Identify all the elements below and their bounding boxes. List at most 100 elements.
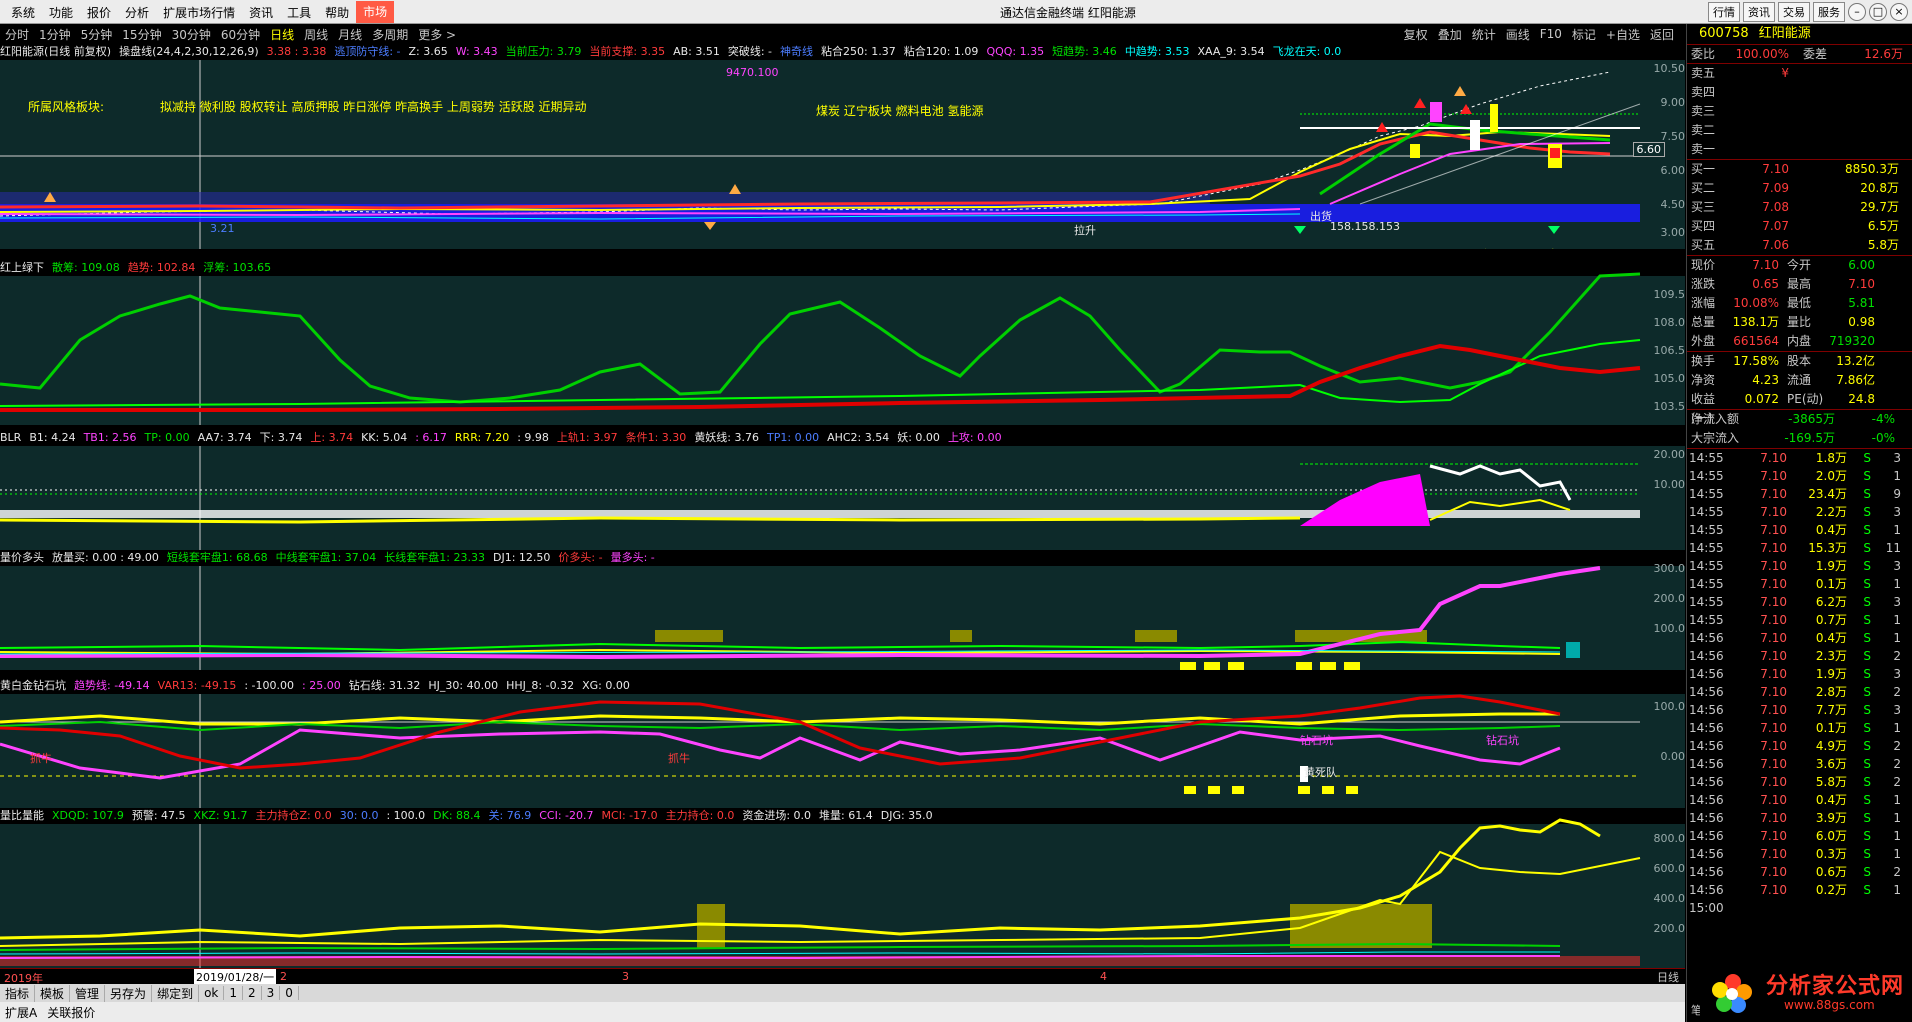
indicator-tab[interactable]: 2 xyxy=(243,986,262,1000)
tick-row: 14:56 7.10 4.9万 S 2 xyxy=(1689,739,1901,753)
tick-row: 14:56 7.10 2.8万 S 2 xyxy=(1689,685,1901,699)
quote-button[interactable]: 行情 xyxy=(1708,2,1740,22)
y-axis-label: 100.0 xyxy=(1653,700,1686,713)
chart-tool-button[interactable]: F10 xyxy=(1535,27,1567,41)
kline-panel[interactable]: 红阳能源(日线 前复权) 操盘线(24,4,2,30,12,26,9) 3.38 :… xyxy=(0,44,1685,249)
y-axis-label: 108.0 xyxy=(1653,316,1686,329)
minimize-icon[interactable]: – xyxy=(1848,3,1866,21)
concept-tags: 煤炭 辽宁板块 燃料电池 氢能源 xyxy=(816,104,984,118)
tick-list[interactable]: 14:55 7.10 1.8万 S 3 14:55 7.10 2.0万 S 1 14:55 7.10 2… xyxy=(1687,449,1912,917)
y-axis-label: 300.0 xyxy=(1653,562,1686,575)
tick-row: 14:55 7.10 1.8万 S 3 xyxy=(1689,451,1901,465)
diamond-pit-panel[interactable]: 黄白金钻石坑 趋势线: -49.14 VAR13: -49.15: -100.00:… xyxy=(0,678,1685,808)
menu-item[interactable]: 资讯 xyxy=(242,4,280,21)
quote-stat-row: 净资 4.23 流通 7.86亿 xyxy=(1691,373,1875,387)
period-tab[interactable]: 多周期 xyxy=(367,26,413,43)
chart-tool-button[interactable]: 返回 xyxy=(1645,26,1679,43)
tick-row: 14:56 7.10 3.6万 S 2 xyxy=(1689,757,1901,771)
tick-row: 14:55 7.10 1.9万 S 3 xyxy=(1689,559,1901,573)
period-tab[interactable]: 15分钟 xyxy=(117,26,166,43)
menu-item[interactable]: 扩展市场行情 xyxy=(156,4,242,21)
blr-panel[interactable]: BLR B1: 4.24 TB1: 2.56 TP: 0.00 AA7: 3.74 下: … xyxy=(0,430,1685,550)
chart-tool-button[interactable]: 统计 xyxy=(1467,26,1501,43)
flower-logo-icon xyxy=(1712,974,1752,1013)
repeat-value-label: 158.158.153 xyxy=(1330,220,1400,233)
tick-row: 14:56 7.10 7.7万 S 3 xyxy=(1689,703,1901,717)
indicator-tab[interactable]: 3 xyxy=(262,986,281,1000)
chart-tools: 复权 叠加 统计 画线 F10 标记 +自选 返回 xyxy=(1399,24,1679,44)
period-tab[interactable]: 周线 xyxy=(299,26,333,43)
volume-price-chart[interactable] xyxy=(0,550,1685,670)
y-axis-label: 109.5 xyxy=(1653,288,1686,301)
menu-item[interactable]: 市场 xyxy=(356,1,395,23)
period-tab[interactable]: 更多 > xyxy=(413,26,461,43)
chip-trend-chart[interactable] xyxy=(0,260,1685,425)
indicator-tab[interactable]: 指标 xyxy=(0,984,36,1002)
service-button[interactable]: 服务 xyxy=(1813,2,1845,22)
logo-url: www.88gs.com xyxy=(1784,998,1875,1012)
window-controls: 行情 资讯 交易 服务 – □ × xyxy=(1708,2,1908,22)
order-book-row: 卖四 xyxy=(1691,85,1716,99)
order-book-row: 卖二 xyxy=(1691,123,1716,137)
stock-title: 600758 红阳能源 xyxy=(1687,24,1912,44)
menu-item[interactable]: 分析 xyxy=(118,4,156,21)
chart-tool-button[interactable]: 标记 xyxy=(1567,26,1601,43)
order-ratio-row: 委比 100.00% 委差 12.6万 xyxy=(1687,44,1912,63)
month-label: 4 xyxy=(1100,970,1107,983)
indicator-tab[interactable]: 绑定到 xyxy=(152,984,200,1002)
chart-tool-button[interactable]: 画线 xyxy=(1501,26,1535,43)
y-axis-label: 20.00 xyxy=(1653,448,1686,461)
volume-ratio-panel[interactable]: 量比量能 XDQD: 107.9 预警: 47.5 XKZ: 91.7 主力持仓Z: 0… xyxy=(0,808,1685,968)
volume-price-panel[interactable]: 量价多头 放量买: 0.00 : 49.00 短线套牢盘1: 68.68 中线套牢盘1… xyxy=(0,550,1685,670)
menu-item[interactable]: 帮助 xyxy=(318,4,356,21)
period-tab[interactable]: 日线 xyxy=(265,26,299,43)
y-axis-label: 200.0 xyxy=(1653,922,1686,935)
kline-chart[interactable] xyxy=(0,44,1685,249)
chart-tool-button[interactable]: 叠加 xyxy=(1433,26,1467,43)
volume-ratio-chart[interactable] xyxy=(0,808,1685,968)
order-book-row: 买五 7.06 5.8万 xyxy=(1691,238,1899,252)
grab-bull-label: 抓牛 xyxy=(30,752,52,765)
chart-tool-button[interactable]: +自选 xyxy=(1601,26,1645,43)
status-bar: 扩展A 关联报价 xyxy=(0,1002,1685,1022)
period-tab[interactable]: 1分钟 xyxy=(34,26,76,43)
chart-tool-button[interactable]: 复权 xyxy=(1399,26,1433,43)
related-quote-tab[interactable]: 关联报价 xyxy=(42,1004,100,1021)
period-tab[interactable]: 月线 xyxy=(333,26,367,43)
period-tab[interactable]: 分时 xyxy=(0,26,34,43)
dead-team-label: 黄死队 xyxy=(1304,766,1337,779)
indicator-tab[interactable]: 模板 xyxy=(35,984,71,1002)
menu-item[interactable]: 报价 xyxy=(80,4,118,21)
indicator-tab[interactable]: 管理 xyxy=(70,984,106,1002)
chip-trend-panel[interactable]: 红上绿下 散筹: 109.08 趋势: 102.84 浮筹: 103.65 109.5… xyxy=(0,260,1685,425)
maximize-icon[interactable]: □ xyxy=(1869,3,1887,21)
tick-row: 14:55 7.10 0.1万 S 1 xyxy=(1689,577,1901,591)
indicator-tab[interactable]: ok xyxy=(199,986,225,1000)
period-tab[interactable]: 5分钟 xyxy=(76,26,118,43)
tick-row: 14:55 7.10 15.3万 S 11 xyxy=(1689,541,1901,555)
extension-a-tab[interactable]: 扩展A xyxy=(0,1004,42,1021)
news-button[interactable]: 资讯 xyxy=(1743,2,1775,22)
indicator-tab[interactable]: 另存为 xyxy=(105,984,153,1002)
diamond-pit-chart[interactable] xyxy=(0,678,1685,808)
trade-button[interactable]: 交易 xyxy=(1778,2,1810,22)
period-tab[interactable]: 30分钟 xyxy=(167,26,216,43)
indicator-tab[interactable]: 1 xyxy=(224,986,244,1000)
tick-row: 15:00 xyxy=(1689,901,1724,915)
indicator-tab[interactable]: 0 xyxy=(280,986,299,1000)
indicator-tabs: 指标 模板 管理 另存为 绑定到 ok 1 2 3 0 xyxy=(0,984,1685,1002)
quote-stats: 现价 7.10 今开 6.00 涨跌 0.65 最高 7.10 涨幅 10.08% 最低 5.81 总量… xyxy=(1687,256,1912,351)
menu-item[interactable]: 功能 xyxy=(42,4,80,21)
menu-item[interactable]: 系统 xyxy=(4,4,42,21)
y-axis-label: 200.0 xyxy=(1653,592,1686,605)
period-tab[interactable]: 60分钟 xyxy=(216,26,265,43)
menu-item[interactable]: 工具 xyxy=(280,4,318,21)
y-axis-label: 600.0 xyxy=(1653,862,1686,875)
y-axis-label: 800.0 xyxy=(1653,832,1686,845)
title-bar: 系统 功能 报价 分析 扩展市场行情 资讯 工具 帮助 市场 通达信金融终端 红阳能源 行情 资… xyxy=(0,0,1912,24)
blr-chart[interactable] xyxy=(0,430,1685,550)
tick-row: 14:56 7.10 6.0万 S 1 xyxy=(1689,829,1901,843)
close-icon[interactable]: × xyxy=(1890,3,1908,21)
y-axis-label: 400.0 xyxy=(1653,892,1686,905)
tick-row: 14:56 7.10 0.3万 S 1 xyxy=(1689,847,1901,861)
